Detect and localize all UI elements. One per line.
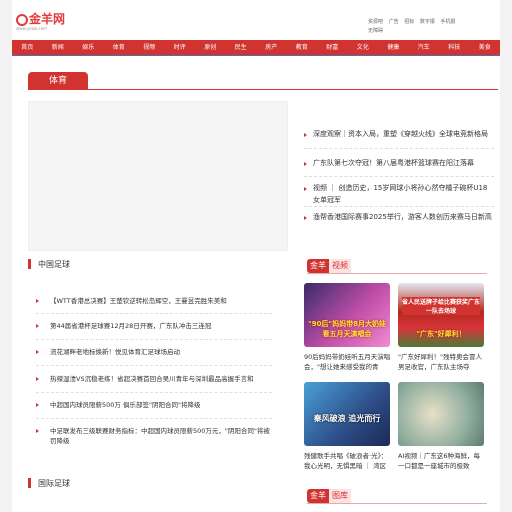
list-item[interactable]: 热辣湿渍VS沉稳老练！省超决赛首回合吴川青年与深圳最品高握手言和 <box>36 374 276 384</box>
video-caption[interactable]: 残健歌手共唱《破浪者·光》：我心光明，无惧黑暗 ｜ 湾区 <box>304 451 392 471</box>
nav-item[interactable]: 民生 <box>226 40 257 55</box>
top-link[interactable]: 手机报 <box>440 19 455 25</box>
nav-item[interactable]: 汽车 <box>409 40 440 55</box>
top-link[interactable]: 招标 <box>404 19 414 25</box>
list-item[interactable]: 【WTT香港总决赛】王楚钦逆转松岛辉空，王曼昱完胜朱美和 <box>36 296 276 306</box>
divider <box>36 392 272 393</box>
top-link[interactable]: 资源吧 <box>368 19 383 25</box>
nav-item[interactable]: 娱乐 <box>73 40 104 55</box>
divider <box>36 365 272 366</box>
video-caption[interactable]: "广东好犀利！"残特奥会冒人男足收官，广东队主场夺 <box>398 352 486 372</box>
top-links: 资源吧 广告 招标 数字报 手机报 无障碍 <box>368 18 486 36</box>
top-link[interactable]: 数字报 <box>420 19 435 25</box>
video-thumb[interactable] <box>398 382 484 446</box>
divider <box>36 313 272 314</box>
jinyang-pics-tab[interactable]: 金羊 图库 <box>307 489 361 503</box>
nav-item[interactable]: 健康 <box>378 40 409 55</box>
divider <box>304 206 494 207</box>
headline-item[interactable]: 渔帮香港国际赛事2025举行，游客人数创历来赛马日新高 <box>304 211 494 223</box>
divider <box>304 176 494 177</box>
china-football-title[interactable]: 中国足球 <box>28 259 70 270</box>
logo-url: www.ycwb.com <box>16 26 47 31</box>
nav-item[interactable]: 教育 <box>287 40 318 55</box>
nav-item[interactable]: 财富 <box>317 40 348 55</box>
top-link[interactable]: 广告 <box>389 19 399 25</box>
section-tab-sports[interactable]: 体育 <box>28 72 88 90</box>
divider <box>36 339 272 340</box>
video-thumb[interactable]: 秦风破浪 追光而行 <box>304 382 390 446</box>
nav-item[interactable]: 房产 <box>256 40 287 55</box>
nav-item[interactable]: 原创 <box>195 40 226 55</box>
divider <box>307 503 487 504</box>
nav-item[interactable]: 首页 <box>12 40 43 55</box>
intl-football-title[interactable]: 国际足球 <box>28 478 70 489</box>
divider <box>304 148 494 149</box>
video-thumb[interactable]: 省人民送牌子给比赛获奖广东一队去场球 "广东"好犀利！ <box>398 283 484 347</box>
headline-item[interactable]: 视频 ｜ 创造历史，15岁网球小将孙心然夺橘子碗杯U18女单冠军 <box>304 182 494 206</box>
headline-item[interactable]: 广东队第七次夺冠！第八届粤港杯篮球赛在阳江落幕 <box>304 157 494 169</box>
jinyang-video-tab[interactable]: 金羊 视频 <box>307 259 361 273</box>
list-item[interactable]: 中足联发布三级联赛财务指标：中超国内球员限薪500万元，"阴阳合同"将被罚降级 <box>36 426 276 446</box>
main-nav: 首页 新闻 娱乐 体育 视频 时评 原创 民生 房产 教育 财富 文化 健康 汽… <box>12 40 500 55</box>
divider <box>307 273 487 274</box>
video-caption[interactable]: 90后妈妈带奶娃听五月天演唱会，"想让她来感受我的青 <box>304 352 392 372</box>
nav-item[interactable]: 美食 <box>470 40 501 55</box>
video-thumb[interactable]: "90后"妈妈带8月大奶娃看五月天演唱会 <box>304 283 390 347</box>
site-logo[interactable]: 金羊网 <box>16 10 65 27</box>
divider <box>36 418 272 419</box>
headline-item[interactable]: 深度观察｜资本入局，重塑《穿越火线》全球电竞新格局 <box>304 128 494 140</box>
nav-item[interactable]: 文化 <box>348 40 379 55</box>
video-caption[interactable]: AI视频｜广东这6种海鲜，每一口都是一座城市的极致 <box>398 451 486 471</box>
list-item[interactable]: 中超国内球员限薪500万 俱乐部签"阴阳合同"将降级 <box>36 400 276 410</box>
top-link[interactable]: 无障碍 <box>368 28 383 34</box>
nav-item[interactable]: 科技 <box>439 40 470 55</box>
nav-item[interactable]: 新闻 <box>43 40 74 55</box>
nav-item[interactable]: 视频 <box>134 40 165 55</box>
list-item[interactable]: 流花湖畔老地标焕新！悦见体育汇足球场启动 <box>36 347 276 357</box>
featured-media[interactable] <box>28 101 288 251</box>
nav-item[interactable]: 体育 <box>104 40 135 55</box>
nav-item[interactable]: 时评 <box>165 40 196 55</box>
nav-divider <box>12 55 500 56</box>
list-item[interactable]: 第44届省港杯足球赛12月28日开赛，广东队冲击三连冠 <box>36 321 276 331</box>
section-divider <box>28 89 498 90</box>
